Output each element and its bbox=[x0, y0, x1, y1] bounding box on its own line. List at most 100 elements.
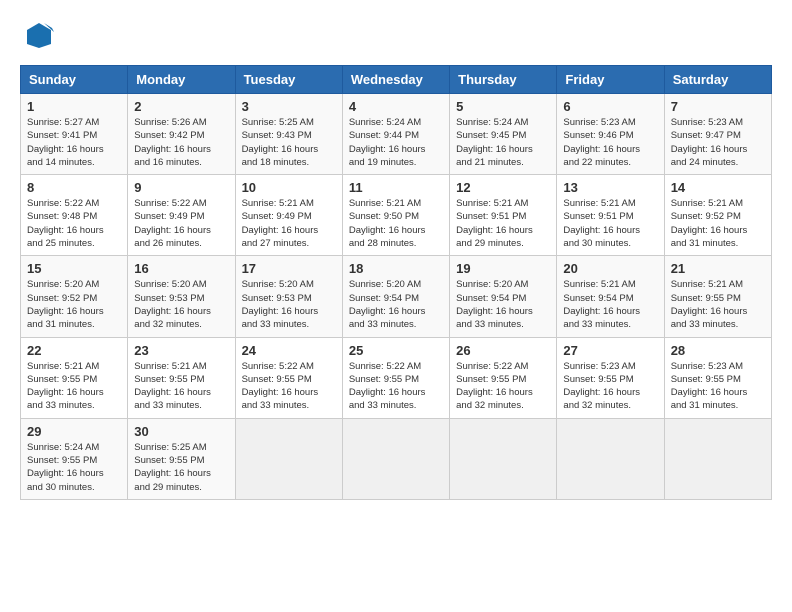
calendar-cell: 3 Sunrise: 5:25 AM Sunset: 9:43 PM Daylig… bbox=[235, 94, 342, 175]
day-number: 5 bbox=[456, 99, 550, 114]
day-number: 26 bbox=[456, 343, 550, 358]
day-number: 21 bbox=[671, 261, 765, 276]
day-info: Sunrise: 5:21 AM Sunset: 9:55 PM Dayligh… bbox=[671, 278, 765, 331]
day-info: Sunrise: 5:21 AM Sunset: 9:52 PM Dayligh… bbox=[671, 197, 765, 250]
day-info: Sunrise: 5:20 AM Sunset: 9:53 PM Dayligh… bbox=[134, 278, 228, 331]
day-number: 28 bbox=[671, 343, 765, 358]
day-info: Sunrise: 5:23 AM Sunset: 9:47 PM Dayligh… bbox=[671, 116, 765, 169]
day-info: Sunrise: 5:24 AM Sunset: 9:55 PM Dayligh… bbox=[27, 441, 121, 494]
day-number: 9 bbox=[134, 180, 228, 195]
calendar-cell: 12 Sunrise: 5:21 AM Sunset: 9:51 PM Dayli… bbox=[450, 175, 557, 256]
day-number: 15 bbox=[27, 261, 121, 276]
day-number: 18 bbox=[349, 261, 443, 276]
header bbox=[20, 20, 772, 55]
day-info: Sunrise: 5:20 AM Sunset: 9:54 PM Dayligh… bbox=[456, 278, 550, 331]
day-number: 11 bbox=[349, 180, 443, 195]
calendar-cell: 11Sunrise: 5:21 AM Sunset: 9:50 PM Dayli… bbox=[342, 175, 449, 256]
day-number: 16 bbox=[134, 261, 228, 276]
day-info: Sunrise: 5:24 AM Sunset: 9:44 PM Dayligh… bbox=[349, 116, 443, 169]
day-number: 17 bbox=[242, 261, 336, 276]
calendar-cell: 18 Sunrise: 5:20 AM Sunset: 9:54 PM Dayli… bbox=[342, 256, 449, 337]
day-number: 14 bbox=[671, 180, 765, 195]
day-info: Sunrise: 5:23 AM Sunset: 9:55 PM Dayligh… bbox=[671, 360, 765, 413]
logo-text bbox=[20, 20, 54, 55]
day-info: Sunrise: 5:23 AM Sunset: 9:55 PM Dayligh… bbox=[563, 360, 657, 413]
calendar-cell: 25Sunrise: 5:22 AM Sunset: 9:55 PM Dayli… bbox=[342, 337, 449, 418]
calendar-row-3: 22Sunrise: 5:21 AM Sunset: 9:55 PM Dayli… bbox=[21, 337, 772, 418]
day-info: Sunrise: 5:23 AM Sunset: 9:46 PM Dayligh… bbox=[563, 116, 657, 169]
calendar-cell: 20 Sunrise: 5:21 AM Sunset: 9:54 PM Dayli… bbox=[557, 256, 664, 337]
calendar-cell bbox=[342, 418, 449, 499]
day-number: 3 bbox=[242, 99, 336, 114]
calendar-cell: 8 Sunrise: 5:22 AM Sunset: 9:48 PM Daylig… bbox=[21, 175, 128, 256]
calendar-cell bbox=[235, 418, 342, 499]
day-number: 7 bbox=[671, 99, 765, 114]
day-info: Sunrise: 5:22 AM Sunset: 9:55 PM Dayligh… bbox=[242, 360, 336, 413]
calendar-cell: 27 Sunrise: 5:23 AM Sunset: 9:55 PM Dayli… bbox=[557, 337, 664, 418]
day-info: Sunrise: 5:24 AM Sunset: 9:45 PM Dayligh… bbox=[456, 116, 550, 169]
calendar-cell: 28 Sunrise: 5:23 AM Sunset: 9:55 PM Dayli… bbox=[664, 337, 771, 418]
col-tuesday: Tuesday bbox=[235, 66, 342, 94]
day-info: Sunrise: 5:25 AM Sunset: 9:43 PM Dayligh… bbox=[242, 116, 336, 169]
calendar-cell: 6 Sunrise: 5:23 AM Sunset: 9:46 PM Daylig… bbox=[557, 94, 664, 175]
calendar-cell: 24 Sunrise: 5:22 AM Sunset: 9:55 PM Dayli… bbox=[235, 337, 342, 418]
col-saturday: Saturday bbox=[664, 66, 771, 94]
calendar-cell: 5 Sunrise: 5:24 AM Sunset: 9:45 PM Daylig… bbox=[450, 94, 557, 175]
day-number: 27 bbox=[563, 343, 657, 358]
day-number: 29 bbox=[27, 424, 121, 439]
col-sunday: Sunday bbox=[21, 66, 128, 94]
day-info: Sunrise: 5:26 AM Sunset: 9:42 PM Dayligh… bbox=[134, 116, 228, 169]
calendar-cell: 21 Sunrise: 5:21 AM Sunset: 9:55 PM Dayli… bbox=[664, 256, 771, 337]
day-number: 13 bbox=[563, 180, 657, 195]
day-info: Sunrise: 5:21 AM Sunset: 9:54 PM Dayligh… bbox=[563, 278, 657, 331]
day-info: Sunrise: 5:25 AM Sunset: 9:55 PM Dayligh… bbox=[134, 441, 228, 494]
day-info: Sunrise: 5:20 AM Sunset: 9:54 PM Dayligh… bbox=[349, 278, 443, 331]
calendar-cell: 10Sunrise: 5:21 AM Sunset: 9:49 PM Dayli… bbox=[235, 175, 342, 256]
calendar-header-row: Sunday Monday Tuesday Wednesday Thursday… bbox=[21, 66, 772, 94]
day-info: Sunrise: 5:20 AM Sunset: 9:52 PM Dayligh… bbox=[27, 278, 121, 331]
calendar-cell: 14 Sunrise: 5:21 AM Sunset: 9:52 PM Dayli… bbox=[664, 175, 771, 256]
day-number: 24 bbox=[242, 343, 336, 358]
day-info: Sunrise: 5:27 AM Sunset: 9:41 PM Dayligh… bbox=[27, 116, 121, 169]
calendar-cell: 1Sunrise: 5:27 AM Sunset: 9:41 PM Daylig… bbox=[21, 94, 128, 175]
col-friday: Friday bbox=[557, 66, 664, 94]
day-number: 2 bbox=[134, 99, 228, 114]
day-number: 30 bbox=[134, 424, 228, 439]
day-number: 6 bbox=[563, 99, 657, 114]
day-number: 23 bbox=[134, 343, 228, 358]
day-info: Sunrise: 5:21 AM Sunset: 9:51 PM Dayligh… bbox=[563, 197, 657, 250]
day-number: 19 bbox=[456, 261, 550, 276]
calendar-row-2: 15 Sunrise: 5:20 AM Sunset: 9:52 PM Dayli… bbox=[21, 256, 772, 337]
calendar-row-4: 29 Sunrise: 5:24 AM Sunset: 9:55 PM Dayli… bbox=[21, 418, 772, 499]
calendar-cell: 29 Sunrise: 5:24 AM Sunset: 9:55 PM Dayli… bbox=[21, 418, 128, 499]
calendar-cell: 2 Sunrise: 5:26 AM Sunset: 9:42 PM Daylig… bbox=[128, 94, 235, 175]
calendar-cell: 15 Sunrise: 5:20 AM Sunset: 9:52 PM Dayli… bbox=[21, 256, 128, 337]
day-info: Sunrise: 5:21 AM Sunset: 9:51 PM Dayligh… bbox=[456, 197, 550, 250]
calendar-cell: 19 Sunrise: 5:20 AM Sunset: 9:54 PM Dayli… bbox=[450, 256, 557, 337]
calendar-cell: 9 Sunrise: 5:22 AM Sunset: 9:49 PM Daylig… bbox=[128, 175, 235, 256]
day-number: 8 bbox=[27, 180, 121, 195]
day-number: 12 bbox=[456, 180, 550, 195]
day-info: Sunrise: 5:21 AM Sunset: 9:49 PM Dayligh… bbox=[242, 197, 336, 250]
logo-icon bbox=[24, 20, 54, 50]
col-wednesday: Wednesday bbox=[342, 66, 449, 94]
calendar-cell: 30 Sunrise: 5:25 AM Sunset: 9:55 PM Dayli… bbox=[128, 418, 235, 499]
calendar-cell bbox=[664, 418, 771, 499]
calendar-row-1: 8 Sunrise: 5:22 AM Sunset: 9:48 PM Daylig… bbox=[21, 175, 772, 256]
logo bbox=[20, 20, 54, 55]
day-info: Sunrise: 5:20 AM Sunset: 9:53 PM Dayligh… bbox=[242, 278, 336, 331]
day-number: 20 bbox=[563, 261, 657, 276]
calendar-cell: 13 Sunrise: 5:21 AM Sunset: 9:51 PM Dayli… bbox=[557, 175, 664, 256]
calendar-cell: 23Sunrise: 5:21 AM Sunset: 9:55 PM Dayli… bbox=[128, 337, 235, 418]
calendar-cell bbox=[450, 418, 557, 499]
calendar-row-0: 1Sunrise: 5:27 AM Sunset: 9:41 PM Daylig… bbox=[21, 94, 772, 175]
calendar-cell: 17 Sunrise: 5:20 AM Sunset: 9:53 PM Dayli… bbox=[235, 256, 342, 337]
calendar-cell: 4Sunrise: 5:24 AM Sunset: 9:44 PM Daylig… bbox=[342, 94, 449, 175]
day-info: Sunrise: 5:22 AM Sunset: 9:49 PM Dayligh… bbox=[134, 197, 228, 250]
calendar-table: Sunday Monday Tuesday Wednesday Thursday… bbox=[20, 65, 772, 500]
day-number: 22 bbox=[27, 343, 121, 358]
day-info: Sunrise: 5:22 AM Sunset: 9:48 PM Dayligh… bbox=[27, 197, 121, 250]
calendar-cell: 26 Sunrise: 5:22 AM Sunset: 9:55 PM Dayli… bbox=[450, 337, 557, 418]
calendar-cell: 7 Sunrise: 5:23 AM Sunset: 9:47 PM Daylig… bbox=[664, 94, 771, 175]
day-info: Sunrise: 5:22 AM Sunset: 9:55 PM Dayligh… bbox=[456, 360, 550, 413]
